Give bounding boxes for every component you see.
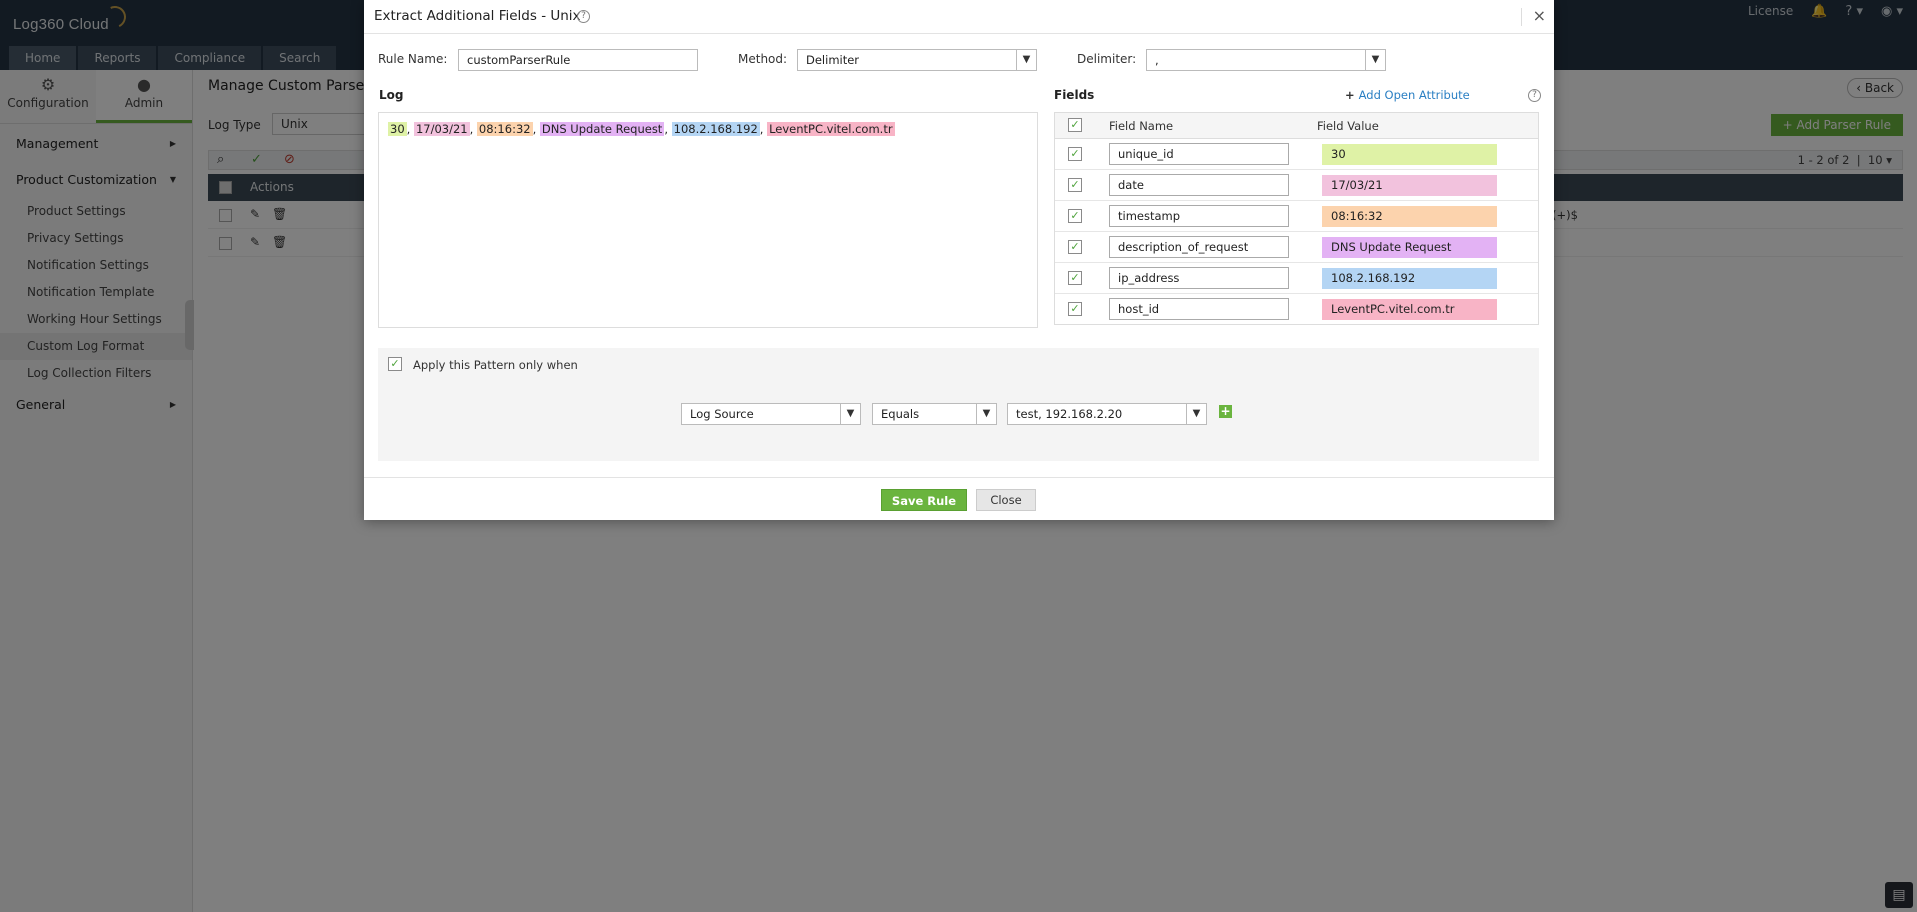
field-name-input[interactable]: date — [1109, 174, 1289, 196]
close-icon[interactable]: × — [1533, 8, 1546, 24]
field-value: LeventPC.vitel.com.tr — [1322, 299, 1497, 320]
log-separator: , — [759, 122, 768, 136]
help-icon[interactable]: ? — [577, 10, 590, 23]
condition-operator-value: Equals — [881, 407, 920, 421]
chevron-down-icon: ▼ — [1016, 50, 1036, 70]
field-checkbox[interactable]: ✓ — [1068, 209, 1082, 223]
field-row: ✓ ip_address 108.2.168.192 — [1055, 263, 1538, 294]
save-rule-button[interactable]: Save Rule — [881, 489, 967, 511]
field-name-input[interactable]: unique_id — [1109, 143, 1289, 165]
add-open-attribute-label: Add Open Attribute — [1358, 88, 1470, 102]
plus-icon: + — [1345, 88, 1355, 102]
log-sample[interactable]: 30, 17/03/21, 08:16:32, DNS Update Reque… — [378, 112, 1038, 328]
dialog-footer: Save Rule Close — [364, 477, 1554, 520]
apply-pattern-label: Apply this Pattern only when — [413, 358, 578, 372]
method-label: Method: — [738, 52, 788, 66]
add-open-attribute-link[interactable]: + Add Open Attribute — [1345, 88, 1470, 102]
field-checkbox[interactable]: ✓ — [1068, 147, 1082, 161]
field-checkbox[interactable]: ✓ — [1068, 271, 1082, 285]
log-token[interactable]: 17/03/21 — [413, 122, 470, 136]
field-name-input[interactable]: host_id — [1109, 298, 1289, 320]
delimiter-select[interactable]: , ▼ — [1146, 49, 1386, 71]
fields-section-title: Fields — [1054, 88, 1095, 102]
log-token[interactable]: 108.2.168.192 — [671, 122, 760, 136]
field-checkbox[interactable]: ✓ — [1068, 178, 1082, 192]
log-token[interactable]: DNS Update Request — [539, 122, 665, 136]
close-button[interactable]: Close — [976, 489, 1036, 511]
field-value: DNS Update Request — [1322, 237, 1497, 258]
chevron-down-icon: ▼ — [1365, 50, 1385, 70]
delimiter-label: Delimiter: — [1077, 52, 1137, 66]
extract-fields-dialog: Extract Additional Fields - Unix ? × Rul… — [364, 0, 1554, 520]
method-select[interactable]: Delimiter ▼ — [797, 49, 1037, 71]
dialog-header: Extract Additional Fields - Unix ? × — [364, 0, 1554, 34]
fields-table-header: ✓ Field Name Field Value — [1055, 113, 1538, 139]
help-icon[interactable]: ? — [1528, 89, 1541, 102]
add-condition-button[interactable]: + — [1219, 405, 1232, 418]
condition-field-value: Log Source — [690, 407, 754, 421]
log-token[interactable]: 08:16:32 — [476, 122, 533, 136]
log-separator: , — [664, 122, 672, 136]
field-name-input[interactable]: ip_address — [1109, 267, 1289, 289]
field-row: ✓ unique_id 30 — [1055, 139, 1538, 170]
chevron-down-icon: ▼ — [1186, 404, 1206, 424]
header-divider — [1521, 8, 1522, 26]
field-name-header: Field Name — [1109, 119, 1174, 133]
rule-name-label: Rule Name: — [378, 52, 448, 66]
condition-value-select[interactable]: test, 192.168.2.20 ▼ — [1007, 403, 1207, 425]
method-select-value: Delimiter — [806, 53, 860, 67]
dialog-title: Extract Additional Fields - Unix — [374, 8, 581, 24]
field-row: ✓ host_id LeventPC.vitel.com.tr — [1055, 294, 1538, 325]
field-checkbox[interactable]: ✓ — [1068, 240, 1082, 254]
condition-value-text: test, 192.168.2.20 — [1016, 407, 1123, 421]
log-section-title: Log — [379, 88, 404, 102]
field-checkbox[interactable]: ✓ — [1068, 302, 1082, 316]
field-name-input[interactable]: timestamp — [1109, 205, 1289, 227]
field-value: 108.2.168.192 — [1322, 268, 1497, 289]
log-token[interactable]: 30 — [388, 122, 407, 136]
field-value: 08:16:32 — [1322, 206, 1497, 227]
log-token[interactable]: LeventPC.vitel.com.tr — [767, 122, 895, 136]
select-all-fields-checkbox[interactable]: ✓ — [1068, 118, 1082, 132]
chevron-down-icon: ▼ — [840, 404, 860, 424]
log-separator: , — [532, 122, 540, 136]
field-value: 17/03/21 — [1322, 175, 1497, 196]
log-separator: , — [469, 122, 477, 136]
field-row: ✓ date 17/03/21 — [1055, 170, 1538, 201]
field-row: ✓ timestamp 08:16:32 — [1055, 201, 1538, 232]
apply-pattern-checkbox[interactable]: ✓ — [388, 357, 402, 371]
chevron-down-icon: ▼ — [976, 404, 996, 424]
field-name-input[interactable]: description_of_request — [1109, 236, 1289, 258]
field-value-header: Field Value — [1317, 119, 1379, 133]
condition-field-select[interactable]: Log Source ▼ — [681, 403, 861, 425]
log-separator: , — [406, 122, 414, 136]
rule-name-input[interactable] — [458, 49, 698, 71]
condition-panel: ✓ Apply this Pattern only when Log Sourc… — [378, 348, 1539, 461]
delimiter-select-value: , — [1155, 53, 1159, 67]
field-row: ✓ description_of_request DNS Update Requ… — [1055, 232, 1538, 263]
condition-operator-select[interactable]: Equals ▼ — [872, 403, 997, 425]
field-value: 30 — [1322, 144, 1497, 165]
fields-table: ✓ Field Name Field Value ✓ unique_id 30 … — [1054, 112, 1539, 325]
